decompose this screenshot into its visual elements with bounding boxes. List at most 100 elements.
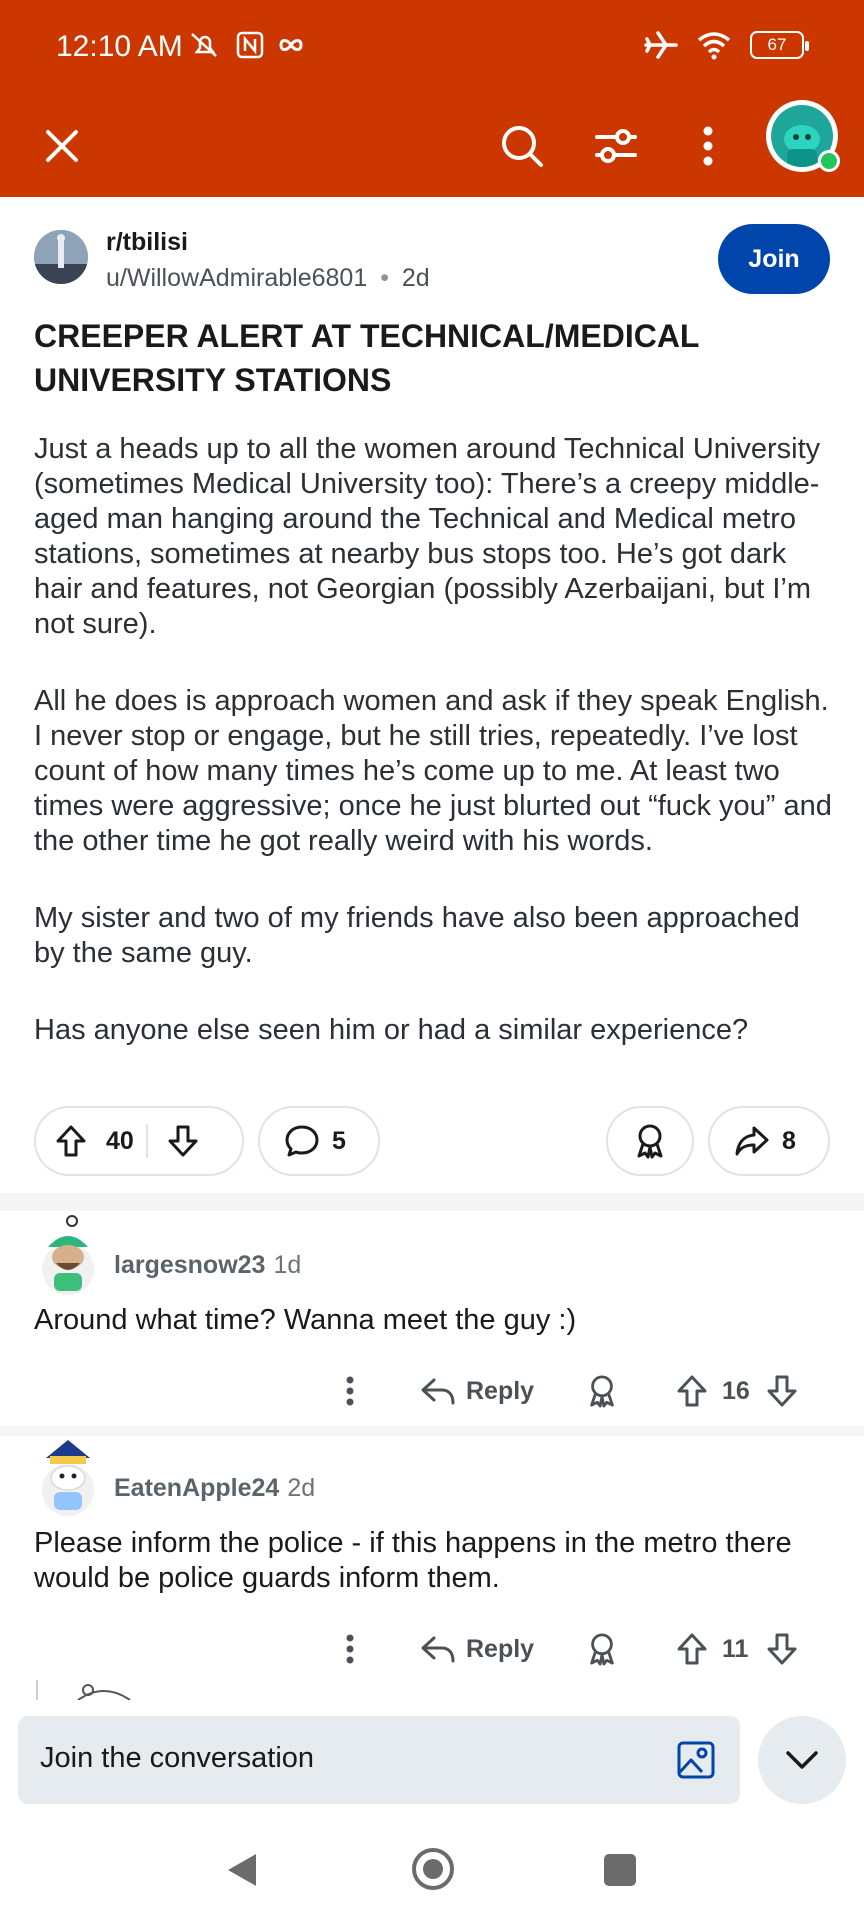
meta-separator: • (380, 264, 389, 292)
post-title: CREEPER ALERT AT TECHNICAL/MEDICAL UNIVE… (34, 318, 699, 398)
battery-level: 67 (767, 35, 787, 54)
post-age: 2d (401, 264, 430, 292)
more-vertical-icon (346, 1634, 354, 1664)
online-indicator (818, 150, 840, 172)
close-button[interactable] (26, 110, 98, 182)
status-time: 12:10 AM (56, 30, 183, 63)
close-icon (46, 130, 78, 162)
comment-age: 2d (287, 1474, 316, 1502)
reply-label: Reply (466, 1376, 535, 1405)
comment-vote-count: 11 (722, 1634, 749, 1663)
upvote-icon (677, 1375, 707, 1407)
section-separator (0, 1193, 864, 1211)
vote-pill: 40 (34, 1106, 244, 1176)
filter-icon (595, 129, 637, 163)
share-count: 8 (782, 1126, 796, 1155)
post-paragraph: My sister and two of my friends have als… (34, 902, 800, 969)
nav-recents-button[interactable] (604, 1854, 636, 1886)
nav-back-button[interactable] (224, 1850, 260, 1895)
add-image-button[interactable] (676, 1740, 716, 1780)
system-nav-bar (0, 1820, 864, 1920)
snoo-avatar-icon (77, 1684, 131, 1700)
post-author[interactable]: u/WillowAdmirable6801 (106, 264, 367, 292)
reply-button[interactable]: Reply (420, 1624, 534, 1674)
comments-button[interactable]: 5 (258, 1106, 380, 1176)
join-button[interactable]: Join (718, 224, 830, 294)
back-triangle-icon (228, 1854, 256, 1886)
status-bar: 12:10 AM 67 (0, 0, 864, 96)
chevron-down-icon (786, 1751, 818, 1769)
comment-award-button[interactable] (586, 1624, 618, 1674)
award-icon (590, 1375, 614, 1408)
comment-more-button[interactable] (330, 1624, 370, 1674)
post-paragraph: Just a heads up to all the women around … (34, 433, 821, 640)
comment-input-placeholder: Join the conversation (40, 1742, 315, 1774)
comment-meta: largesnow23 1d (114, 1251, 301, 1280)
comment-upvote-button[interactable] (676, 1624, 708, 1674)
snoo-avatar-icon (42, 1440, 94, 1516)
nfc-icon (236, 31, 264, 59)
downvote-icon (168, 1125, 198, 1157)
comment-downvote-button[interactable] (766, 1624, 798, 1674)
comment-text: Around what time? Wanna meet the guy :) (34, 1304, 577, 1336)
downvote-icon (767, 1633, 797, 1665)
comment-icon (285, 1125, 319, 1157)
comment-vote-count: 16 (722, 1376, 750, 1405)
image-icon (677, 1741, 715, 1779)
post-paragraph: All he does is approach women and ask if… (34, 685, 832, 857)
comment-text: Please inform the police - if this happe… (34, 1527, 792, 1594)
infinity-icon (279, 39, 303, 51)
comment-age: 1d (273, 1251, 302, 1279)
status-icons-left (188, 30, 304, 60)
subreddit-avatar[interactable] (34, 230, 88, 284)
search-icon (502, 126, 543, 167)
search-button[interactable] (486, 110, 558, 182)
comment-meta: EatenApple24 2d (114, 1474, 315, 1503)
vote-count: 40 (106, 1126, 134, 1155)
comment-award-button[interactable] (586, 1366, 618, 1416)
snoo-avatar-icon (42, 1215, 94, 1295)
nav-home-button[interactable] (410, 1846, 456, 1897)
comment-username[interactable]: largesnow23 (114, 1251, 265, 1279)
reply-button[interactable]: Reply (420, 1366, 534, 1416)
downvote-button[interactable] (148, 1108, 218, 1174)
thread-line (36, 1680, 38, 1700)
home-circle-icon (412, 1848, 454, 1890)
comment-actions: Reply 16 (330, 1366, 830, 1416)
share-button[interactable]: 8 (708, 1106, 830, 1176)
battery-icon: 67 (750, 31, 809, 59)
wifi-icon (697, 32, 731, 60)
comment-item: largesnow23 1d Around what time? Wanna me… (0, 1211, 864, 1429)
collapse-button[interactable] (758, 1716, 846, 1804)
filter-button[interactable] (580, 110, 652, 182)
more-button[interactable] (672, 110, 744, 182)
award-icon (637, 1124, 663, 1159)
upvote-button[interactable] (36, 1108, 106, 1174)
comment-more-button[interactable] (330, 1366, 370, 1416)
downvote-icon (767, 1375, 797, 1407)
app-header: 12:10 AM 67 (0, 0, 864, 197)
airplane-icon (644, 31, 678, 59)
award-button[interactable] (606, 1106, 694, 1176)
user-avatar-button[interactable] (766, 100, 840, 172)
award-icon (590, 1633, 614, 1666)
subreddit-name[interactable]: r/tbilisi (106, 228, 188, 257)
comment-avatar[interactable] (34, 1211, 102, 1295)
comment-avatar[interactable] (34, 1434, 102, 1516)
more-vertical-icon (703, 126, 713, 166)
comment-actions: Reply 11 (330, 1624, 830, 1674)
more-vertical-icon (346, 1376, 354, 1406)
reply-icon (421, 1378, 455, 1405)
comment-input[interactable]: Join the conversation (18, 1716, 740, 1804)
subreddit-avatar-image (34, 230, 88, 284)
post-paragraph: Has anyone else seen him or had a simila… (34, 1014, 749, 1046)
post-meta: u/WillowAdmirable6801 • 2d (106, 264, 430, 293)
comment-upvote-button[interactable] (676, 1366, 708, 1416)
reply-label: Reply (466, 1634, 535, 1663)
comment-downvote-button[interactable] (766, 1366, 798, 1416)
post-body: Just a heads up to all the women around … (34, 432, 834, 1090)
post-header: r/tbilisi u/WillowAdmirable6801 • 2d Joi… (34, 224, 830, 298)
comment-count: 5 (332, 1126, 346, 1155)
comment-username[interactable]: EatenApple24 (114, 1474, 279, 1502)
share-icon (735, 1126, 769, 1156)
